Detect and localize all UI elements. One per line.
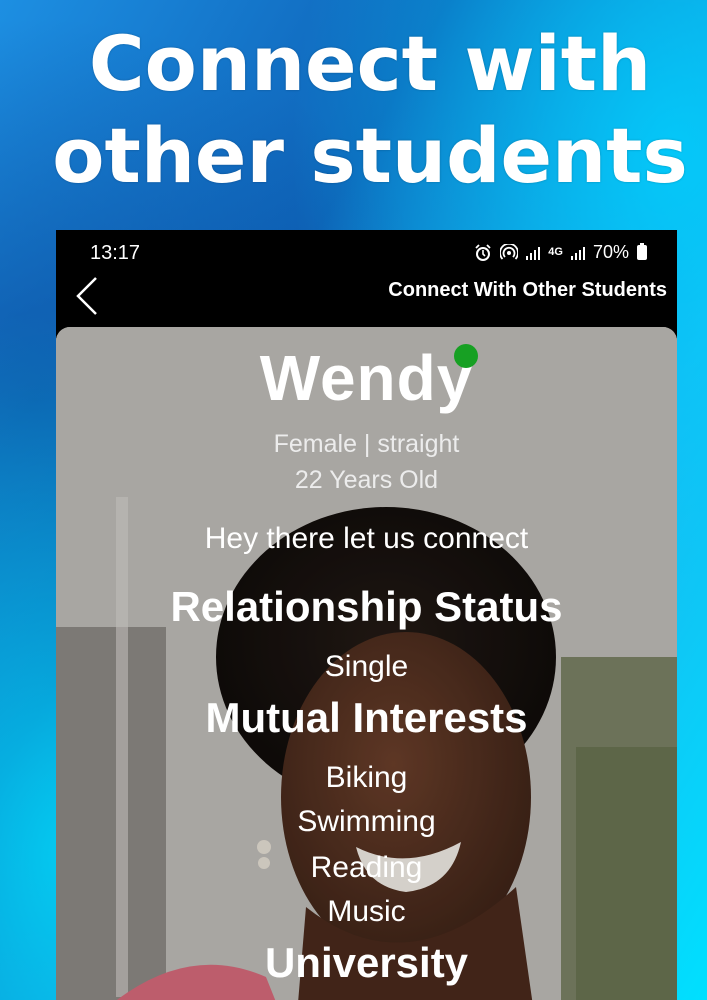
profile-name: Wendy: [259, 342, 474, 414]
interest-item: Biking: [325, 761, 408, 794]
university-heading: University: [264, 939, 469, 986]
alarm-icon: [475, 243, 491, 261]
signal-icon: [526, 246, 541, 260]
hotspot-icon: [500, 243, 519, 260]
status-time: 13:17: [90, 242, 141, 264]
interest-item: Swimming: [297, 805, 436, 838]
promo-headline-line-2: other students: [52, 111, 688, 200]
online-status-indicator: [454, 344, 478, 368]
battery-icon: [637, 243, 647, 260]
network-type-label: 4G: [548, 246, 563, 258]
signal-icon-2: [570, 246, 585, 260]
battery-percentage: 70%: [592, 242, 629, 262]
phone-screen: 13:17 4G 70% Connect With Other Students: [56, 230, 677, 1000]
relationship-status-value: Single: [324, 650, 409, 683]
promo-headline-line-1: Connect with: [88, 19, 652, 108]
interest-item: Reading: [310, 851, 423, 884]
relationship-status-heading: Relationship Status: [170, 583, 563, 630]
mutual-interests-heading: Mutual Interests: [205, 694, 528, 741]
profile-card[interactable]: Wendy Female | straight 22 Years Old Hey…: [56, 327, 677, 1000]
chevron-left-icon[interactable]: [70, 274, 104, 318]
screen-title: Connect With Other Students: [388, 279, 667, 301]
interest-item: Music: [327, 895, 406, 928]
status-bar: 13:17 4G 70%: [56, 230, 677, 276]
profile-bio: Hey there let us connect: [204, 522, 529, 555]
status-icons: 4G 70%: [474, 242, 647, 263]
app-header: Connect With Other Students: [56, 276, 677, 328]
profile-age: 22 Years Old: [294, 466, 439, 494]
gender-orientation: Female | straight: [273, 430, 460, 458]
promo-headline: Connect with other students: [40, 18, 700, 202]
